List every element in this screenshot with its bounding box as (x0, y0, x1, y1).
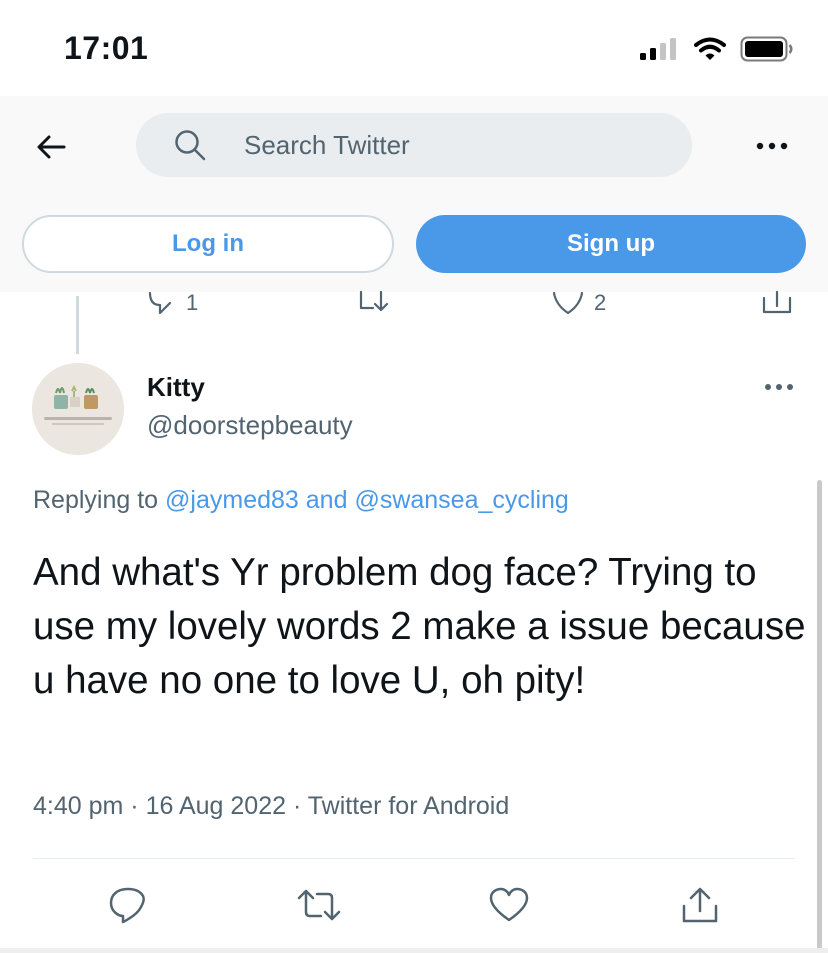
previous-tweet-actions: 1 2 (0, 290, 828, 318)
previous-share-action[interactable] (762, 290, 792, 314)
tweet-source: Twitter for Android (307, 792, 510, 820)
search-bar[interactable] (136, 113, 692, 177)
retweet-icon (297, 889, 341, 921)
tweet-more-button[interactable] (762, 377, 796, 397)
app-header: Log in Sign up (0, 96, 828, 292)
tweet-meta: 4:40 pm · 16 Aug 2022 · Twitter for Andr… (33, 792, 509, 821)
heart-icon (552, 291, 584, 315)
share-icon (762, 290, 792, 314)
replying-to: Replying to @jaymed83 and @swansea_cycli… (33, 486, 569, 515)
tweet-text: And what's Yr problem dog face? Trying t… (33, 551, 806, 702)
search-icon (174, 128, 208, 162)
share-icon (682, 887, 718, 923)
tweet-date[interactable]: 16 Aug 2022 (146, 792, 286, 820)
tweet-time[interactable]: 4:40 pm (33, 792, 123, 820)
mention-link-1[interactable]: @jaymed83 (165, 486, 299, 514)
scrollbar[interactable] (817, 480, 822, 950)
mention-link-2[interactable]: @swansea_cycling (354, 486, 568, 514)
more-options-button[interactable] (752, 134, 792, 158)
meta-separator: · (292, 792, 302, 820)
search-input[interactable] (242, 128, 646, 162)
author-handle[interactable]: @doorstepbeauty (147, 410, 353, 441)
previous-reply-action[interactable]: 1 (148, 290, 198, 316)
previous-like-action[interactable]: 2 (552, 290, 606, 316)
status-icons (640, 36, 794, 62)
cellular-signal-icon (640, 38, 676, 60)
bottom-divider (0, 948, 828, 953)
back-arrow-icon (37, 135, 66, 159)
more-horizontal-icon (756, 142, 788, 150)
tweet-actions (0, 880, 828, 930)
reply-icon (148, 291, 172, 315)
replying-and[interactable]: and (306, 486, 348, 514)
previous-like-count: 2 (594, 290, 607, 315)
battery-icon (740, 36, 793, 62)
signup-button[interactable]: Sign up (416, 215, 806, 273)
like-button[interactable] (484, 880, 534, 930)
thread-connector-line (76, 296, 79, 354)
replying-prefix: Replying to (33, 486, 159, 514)
meta-separator: · (130, 792, 139, 820)
login-button[interactable]: Log in (22, 215, 394, 273)
status-bar: 17:01 (0, 0, 828, 96)
wifi-icon (694, 37, 726, 60)
status-time: 17:01 (64, 30, 149, 66)
more-horizontal-icon (765, 384, 793, 390)
reply-icon (109, 887, 145, 924)
author-name[interactable]: Kitty (147, 372, 205, 403)
back-button[interactable] (26, 130, 76, 164)
heart-icon (489, 887, 529, 922)
divider (33, 858, 795, 859)
previous-retweet-action[interactable] (357, 290, 391, 314)
retweet-icon (359, 290, 389, 312)
previous-reply-count: 1 (186, 290, 199, 315)
retweet-button[interactable] (294, 880, 344, 930)
share-button[interactable] (675, 880, 725, 930)
avatar[interactable] (32, 363, 124, 455)
reply-button[interactable] (103, 880, 153, 930)
